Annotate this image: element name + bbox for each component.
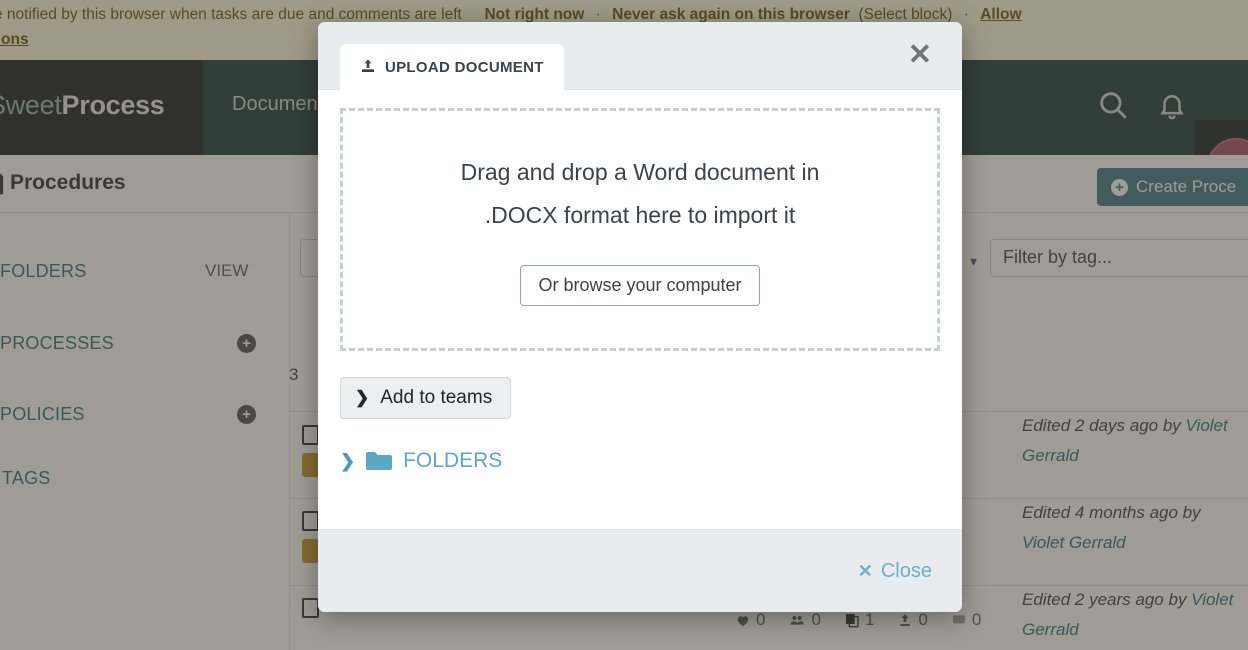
browse-computer-button[interactable]: Or browse your computer: [520, 265, 760, 306]
folders-toggle[interactable]: ❯ FOLDERS: [340, 449, 940, 473]
chevron-right-icon: ❯: [355, 388, 370, 407]
chevron-right-icon: ❯: [340, 450, 356, 471]
upload-document-modal: UPLOAD DOCUMENT ✕ Drag and drop a Word d…: [318, 22, 962, 612]
modal-header: UPLOAD DOCUMENT ✕: [318, 22, 962, 91]
folder-icon: [366, 451, 393, 471]
tab-upload-document[interactable]: UPLOAD DOCUMENT: [340, 44, 564, 91]
x-icon: ✕: [857, 560, 873, 581]
tab-upload-document-label: UPLOAD DOCUMENT: [385, 59, 544, 76]
close-icon[interactable]: ✕: [902, 40, 938, 71]
dropzone-line-1: Drag and drop a Word document in: [460, 159, 820, 185]
add-to-teams-label: Add to teams: [380, 387, 493, 408]
upload-icon: [360, 58, 376, 78]
add-to-teams-button[interactable]: ❯ Add to teams: [340, 377, 512, 419]
file-dropzone[interactable]: Drag and drop a Word document in .DOCX f…: [340, 108, 940, 351]
close-button[interactable]: ✕ Close: [852, 559, 938, 584]
folders-label: FOLDERS: [403, 449, 503, 472]
modal-body: Drag and drop a Word document in .DOCX f…: [318, 90, 962, 529]
dropzone-line-2: .DOCX format here to import it: [484, 202, 796, 228]
close-button-label: Close: [880, 559, 932, 582]
screen: e notified by this browser when tasks ar…: [0, 0, 1248, 650]
modal-footer: ✕ Close: [318, 529, 962, 612]
